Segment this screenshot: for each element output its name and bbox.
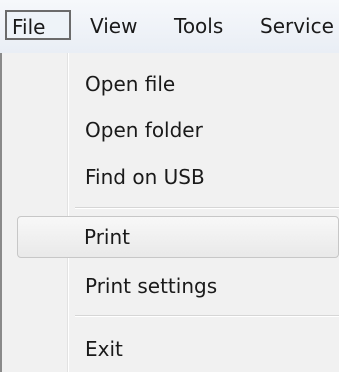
menu-item-print-settings[interactable]: Print settings xyxy=(2,262,339,310)
menu-item-label: Open file xyxy=(85,72,176,96)
menu-item-label: Exit xyxy=(85,337,123,361)
menu-item-label: Print settings xyxy=(85,274,218,298)
menu-file[interactable]: File xyxy=(5,10,71,40)
menu-tools[interactable]: Tools xyxy=(174,0,223,53)
menu-item-exit[interactable]: Exit xyxy=(2,325,339,372)
menu-service[interactable]: Service xyxy=(260,0,334,53)
menu-bar: File View Tools Service xyxy=(0,0,339,54)
menu-item-open-folder[interactable]: Open folder xyxy=(2,106,339,154)
menu-item-label: Open folder xyxy=(85,118,203,142)
file-dropdown-menu: Open file Open folder Find on USB Print … xyxy=(0,53,339,372)
application-window: File View Tools Service Open file Open f… xyxy=(0,0,339,372)
menu-item-label: Print xyxy=(84,225,131,249)
menu-item-open-file[interactable]: Open file xyxy=(2,60,339,108)
menu-item-print[interactable]: Print xyxy=(17,216,339,258)
menu-separator xyxy=(75,315,339,317)
menu-item-find-on-usb[interactable]: Find on USB xyxy=(2,153,339,201)
menu-separator xyxy=(75,207,339,209)
menu-item-label: Find on USB xyxy=(85,165,205,189)
menu-view[interactable]: View xyxy=(90,0,137,53)
